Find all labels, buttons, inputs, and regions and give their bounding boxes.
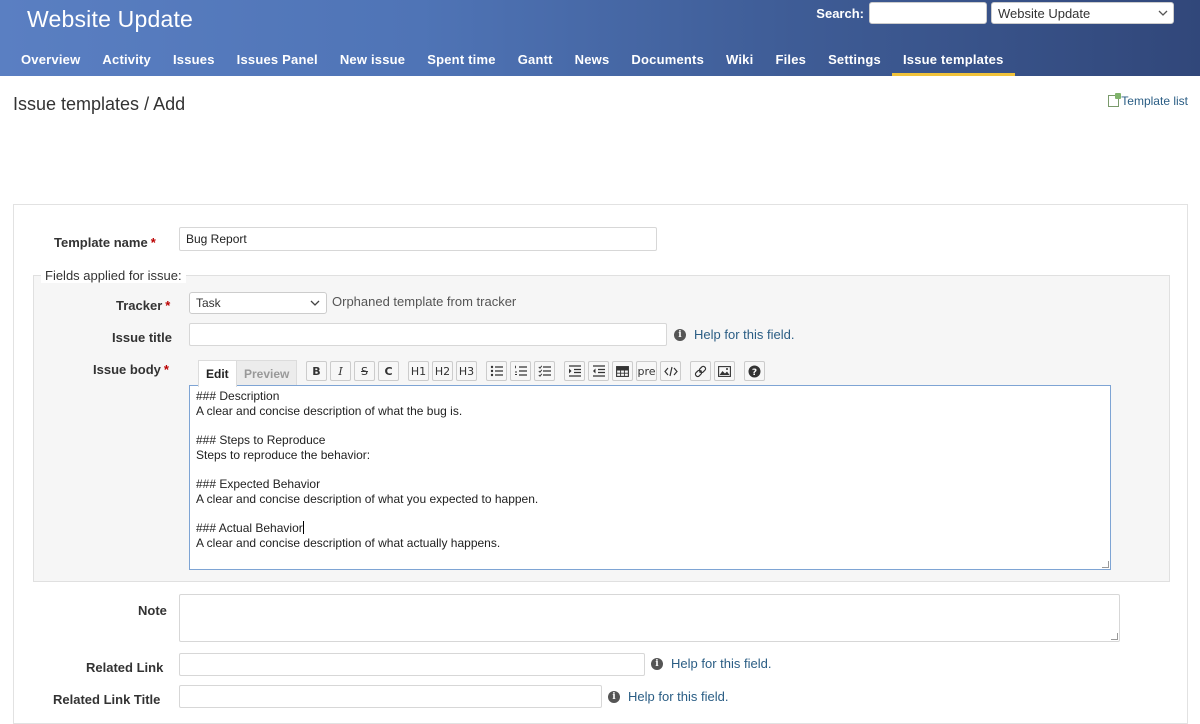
issue-title-label: Issue title <box>112 330 172 345</box>
table-button[interactable] <box>612 361 633 381</box>
numbered-list-icon <box>514 365 527 376</box>
template-name-label: Template name * <box>54 235 156 250</box>
editor-toolbar: B I S C H1 H2 H3 pre ? <box>306 361 768 381</box>
project-jump-select[interactable]: Website Update <box>991 2 1174 24</box>
related-link-title-label: Related Link Title <box>53 692 161 707</box>
outdent-icon <box>592 365 605 377</box>
issue-body-text-tail: A clear and concise description of what … <box>196 536 501 551</box>
issue-body-label: Issue body * <box>93 362 169 377</box>
template-name-label-text: Template name <box>54 235 148 250</box>
strikethrough-button[interactable]: S <box>354 361 375 381</box>
menu-news[interactable]: News <box>564 48 621 76</box>
page-title: Issue templates / Add <box>13 94 186 114</box>
menu-settings[interactable]: Settings <box>817 48 892 76</box>
heading1-button[interactable]: H1 <box>408 361 429 381</box>
related-link-input[interactable] <box>179 653 645 676</box>
tracker-select[interactable]: Task <box>189 292 327 314</box>
note-textarea[interactable] <box>179 594 1120 642</box>
project-title[interactable]: Website Update <box>27 6 193 33</box>
menu-files[interactable]: Files <box>764 48 817 76</box>
related-link-title-help[interactable]: i Help for this field. <box>608 689 728 704</box>
orphaned-template-note: Orphaned template from tracker <box>332 294 517 309</box>
heading3-button[interactable]: H3 <box>456 361 477 381</box>
related-link-title-input[interactable] <box>179 685 602 708</box>
bold-button[interactable]: B <box>306 361 327 381</box>
template-list-link[interactable]: Template list <box>1108 93 1188 108</box>
required-mark: * <box>165 298 171 313</box>
header: Website Update Search: Website Update Ov… <box>0 0 1200 76</box>
template-list-label: Template list <box>1121 94 1188 108</box>
image-button[interactable] <box>714 361 735 381</box>
info-icon: i <box>608 690 620 703</box>
help-link[interactable]: Help for this field. <box>694 327 794 342</box>
pre-button[interactable]: pre <box>636 361 657 381</box>
note-label: Note <box>138 603 167 618</box>
issue-body-textarea[interactable]: ### Description A clear and concise desc… <box>189 385 1111 570</box>
menu-overview[interactable]: Overview <box>10 48 91 76</box>
info-icon: i <box>651 657 663 670</box>
text-cursor <box>302 521 304 535</box>
tab-edit[interactable]: Edit <box>198 360 237 387</box>
search-label: Search: <box>816 5 864 21</box>
template-name-input[interactable] <box>179 227 657 251</box>
menu-gantt[interactable]: Gantt <box>507 48 564 76</box>
fields-applied-legend: Fields applied for issue: <box>41 268 186 283</box>
tracker-label-text: Tracker <box>116 298 163 313</box>
menu-issues[interactable]: Issues <box>162 48 226 76</box>
menu-spent-time[interactable]: Spent time <box>416 48 506 76</box>
menu-documents[interactable]: Documents <box>620 48 715 76</box>
info-icon: i <box>674 328 686 341</box>
search-input[interactable] <box>869 2 987 24</box>
menu-activity[interactable]: Activity <box>91 48 162 76</box>
unordered-list-button[interactable] <box>486 361 507 381</box>
inline-code-button[interactable]: C <box>378 361 399 381</box>
indent-button[interactable] <box>564 361 585 381</box>
help-button[interactable]: ? <box>744 361 765 381</box>
ordered-list-button[interactable] <box>510 361 531 381</box>
link-icon <box>694 365 707 377</box>
code-block-button[interactable] <box>660 361 681 381</box>
tracker-value: Task <box>196 296 221 310</box>
quick-search: Search: Website Update <box>816 2 1174 24</box>
help-link[interactable]: Help for this field. <box>628 689 728 704</box>
menu-issue-templates[interactable]: Issue templates <box>891 48 1015 76</box>
question-icon: ? <box>748 365 761 377</box>
issue-body-label-text: Issue body <box>93 362 161 377</box>
table-icon <box>616 365 629 377</box>
resize-handle[interactable] <box>1102 561 1109 568</box>
italic-button[interactable]: I <box>330 361 351 381</box>
required-mark: * <box>150 235 156 250</box>
checklist-icon <box>537 365 551 377</box>
task-list-button[interactable] <box>534 361 555 381</box>
template-form: Template name* Fields applied for issue:… <box>13 204 1188 724</box>
menu-new-issue[interactable]: New issue <box>329 48 416 76</box>
menu-wiki[interactable]: Wiki <box>715 48 764 76</box>
menu-issues-panel[interactable]: Issues Panel <box>226 48 329 76</box>
related-link-help[interactable]: i Help for this field. <box>651 656 771 671</box>
main-menu: Overview Activity Issues Issues Panel Ne… <box>10 48 1015 76</box>
indent-icon <box>568 365 581 377</box>
resize-handle[interactable] <box>1111 633 1118 640</box>
link-button[interactable] <box>690 361 711 381</box>
help-link[interactable]: Help for this field. <box>671 656 771 671</box>
tab-preview[interactable]: Preview <box>236 360 298 386</box>
chevron-down-icon <box>1158 10 1168 16</box>
issue-title-input[interactable] <box>189 323 667 346</box>
code-icon <box>663 366 678 376</box>
issue-body-text: ### Description A clear and concise desc… <box>196 389 539 536</box>
project-jump-value: Website Update <box>998 5 1091 21</box>
required-mark: * <box>163 362 169 377</box>
heading2-button[interactable]: H2 <box>432 361 453 381</box>
template-list-icon <box>1108 93 1122 107</box>
chevron-down-icon <box>310 300 320 306</box>
image-icon <box>718 365 731 377</box>
related-link-label: Related Link <box>86 660 164 675</box>
issue-title-help[interactable]: i Help for this field. <box>674 327 794 342</box>
tracker-label: Tracker * <box>116 298 170 313</box>
outdent-button[interactable] <box>588 361 609 381</box>
svg-text:?: ? <box>752 367 757 377</box>
bullet-list-icon <box>490 365 503 377</box>
